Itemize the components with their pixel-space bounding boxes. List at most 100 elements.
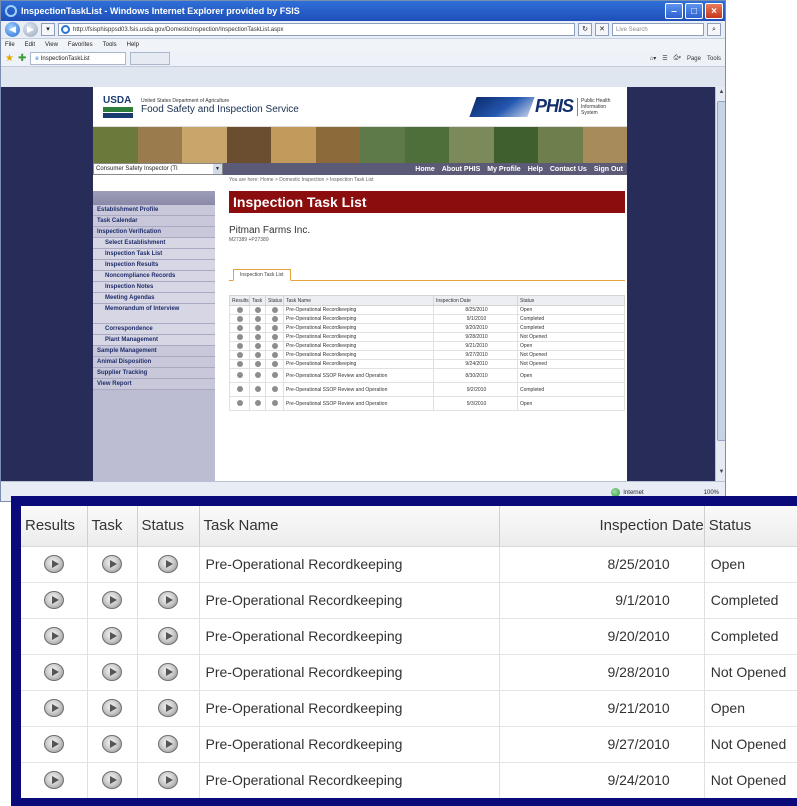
results-icon[interactable]	[236, 360, 243, 367]
sidebar-item[interactable]: Animal Disposition	[93, 357, 215, 368]
task-name-cell[interactable]: Pre-Operational Recordkeeping	[199, 618, 500, 655]
task-name-cell[interactable]: Pre-Operational SSOP Review and Operatio…	[283, 368, 434, 383]
browser-tab-active[interactable]: e InspectionTaskList	[30, 52, 127, 65]
results-icon[interactable]	[43, 555, 64, 574]
task-name-cell[interactable]: Pre-Operational Recordkeeping	[283, 359, 434, 369]
results-icon[interactable]	[236, 306, 243, 313]
task-name-cell[interactable]: Pre-Operational Recordkeeping	[283, 341, 434, 351]
task-icon[interactable]	[102, 735, 122, 754]
menu-tools[interactable]: Tools	[103, 42, 117, 48]
status-icon[interactable]	[271, 342, 278, 349]
status-icon[interactable]	[271, 333, 278, 340]
menu-help[interactable]: Help	[127, 42, 139, 48]
sidebar-item[interactable]: Meeting Agendas	[93, 293, 215, 304]
results-icon[interactable]	[236, 342, 243, 349]
vertical-scrollbar[interactable]: ▲ ▼	[715, 87, 725, 481]
new-tab-button[interactable]	[130, 52, 171, 65]
status-icon[interactable]	[158, 735, 178, 754]
status-icon[interactable]	[271, 306, 278, 313]
sidebar-item[interactable]: Noncompliance Records	[93, 271, 215, 282]
task-name-cell[interactable]: Pre-Operational SSOP Review and Operatio…	[283, 382, 434, 397]
task-name-cell[interactable]: Pre-Operational Recordkeeping	[283, 332, 434, 342]
tab-inspection-task-list[interactable]: Inspection Task List	[233, 269, 291, 281]
status-icon[interactable]	[158, 771, 178, 790]
forward-button[interactable]: ▶	[23, 22, 38, 37]
task-icon[interactable]	[254, 333, 261, 340]
task-icon[interactable]	[254, 306, 261, 313]
task-icon[interactable]	[102, 663, 122, 682]
sidebar-item[interactable]: Sample Management	[93, 346, 215, 357]
menu-favorites[interactable]: Favorites	[68, 42, 93, 48]
role-select[interactable]: Consumer Safety Inspector (TI ▼	[93, 163, 223, 175]
page-menu[interactable]: Page	[687, 56, 701, 62]
status-icon[interactable]	[271, 324, 278, 331]
sidebar-item[interactable]: View Report	[93, 379, 215, 390]
status-icon[interactable]	[158, 555, 178, 574]
results-icon[interactable]	[236, 372, 243, 379]
status-icon[interactable]	[271, 386, 278, 393]
task-icon[interactable]	[102, 555, 122, 574]
task-icon[interactable]	[102, 699, 122, 718]
status-icon[interactable]	[158, 591, 178, 610]
task-icon[interactable]	[254, 342, 261, 349]
task-icon[interactable]	[254, 372, 261, 379]
favorites-star-icon[interactable]: ★	[5, 53, 14, 64]
feeds-icon[interactable]: ☰	[662, 55, 667, 62]
status-icon[interactable]	[271, 360, 278, 367]
results-icon[interactable]	[43, 627, 64, 646]
status-icon[interactable]	[271, 400, 278, 407]
results-icon[interactable]	[43, 699, 64, 718]
results-icon[interactable]	[236, 324, 243, 331]
status-icon[interactable]	[158, 663, 178, 682]
task-name-cell[interactable]: Pre-Operational Recordkeeping	[199, 582, 500, 619]
scroll-down-icon[interactable]: ▼	[717, 469, 725, 479]
search-icon[interactable]: ⌕	[707, 23, 721, 36]
task-name-cell[interactable]: Pre-Operational Recordkeeping	[283, 305, 434, 315]
results-icon[interactable]	[236, 333, 243, 340]
task-icon[interactable]	[254, 351, 261, 358]
menu-file[interactable]: File	[5, 42, 15, 48]
status-icon[interactable]	[158, 699, 178, 718]
tools-menu[interactable]: Tools	[707, 56, 721, 62]
chevron-down-icon[interactable]: ▼	[213, 164, 222, 174]
task-name-cell[interactable]: Pre-Operational Recordkeeping	[199, 726, 500, 763]
nav-home[interactable]: Home	[415, 166, 434, 173]
sidebar-item[interactable]: Memorandum of Interview	[93, 304, 215, 324]
sidebar-item[interactable]: Plant Management	[93, 335, 215, 346]
sidebar-item[interactable]: Establishment Profile	[93, 205, 215, 216]
task-icon[interactable]	[102, 771, 122, 790]
nav-help[interactable]: Help	[528, 166, 543, 173]
task-icon[interactable]	[102, 591, 122, 610]
task-icon[interactable]	[102, 627, 122, 646]
address-input[interactable]: http://fsisphisppsd03.fsis.usda.gov/Dome…	[58, 23, 575, 36]
search-input[interactable]: Live Search	[612, 23, 704, 36]
print-icon[interactable]: ⎙▾	[674, 55, 681, 62]
task-name-cell[interactable]: Pre-Operational SSOP Review and Operatio…	[283, 396, 434, 411]
task-icon[interactable]	[254, 315, 261, 322]
nav-about[interactable]: About PHIS	[442, 166, 481, 173]
sidebar-item[interactable]: Inspection Verification	[93, 227, 215, 238]
status-icon[interactable]	[271, 315, 278, 322]
task-name-cell[interactable]: Pre-Operational Recordkeeping	[199, 762, 500, 798]
nav-profile[interactable]: My Profile	[487, 166, 520, 173]
add-favorite-icon[interactable]: ✚	[18, 53, 26, 64]
maximize-button[interactable]: □	[685, 3, 703, 19]
sidebar-item[interactable]: Select Establishment	[93, 238, 215, 249]
sidebar-item[interactable]: Inspection Notes	[93, 282, 215, 293]
home-icon[interactable]: ⌂▾	[650, 55, 657, 62]
task-icon[interactable]	[254, 360, 261, 367]
status-icon[interactable]	[271, 372, 278, 379]
task-name-cell[interactable]: Pre-Operational Recordkeeping	[199, 690, 500, 727]
nav-contact[interactable]: Contact Us	[550, 166, 587, 173]
refresh-icon[interactable]: ↻	[578, 23, 592, 36]
nav-signout[interactable]: Sign Out	[594, 166, 623, 173]
results-icon[interactable]	[236, 315, 243, 322]
history-dropdown-icon[interactable]: ▾	[41, 23, 55, 36]
task-name-cell[interactable]: Pre-Operational Recordkeeping	[283, 314, 434, 324]
task-icon[interactable]	[254, 324, 261, 331]
results-icon[interactable]	[43, 771, 64, 790]
menu-view[interactable]: View	[45, 42, 58, 48]
task-name-cell[interactable]: Pre-Operational Recordkeeping	[283, 350, 434, 360]
status-icon[interactable]	[158, 627, 178, 646]
scroll-up-icon[interactable]: ▲	[717, 89, 725, 99]
